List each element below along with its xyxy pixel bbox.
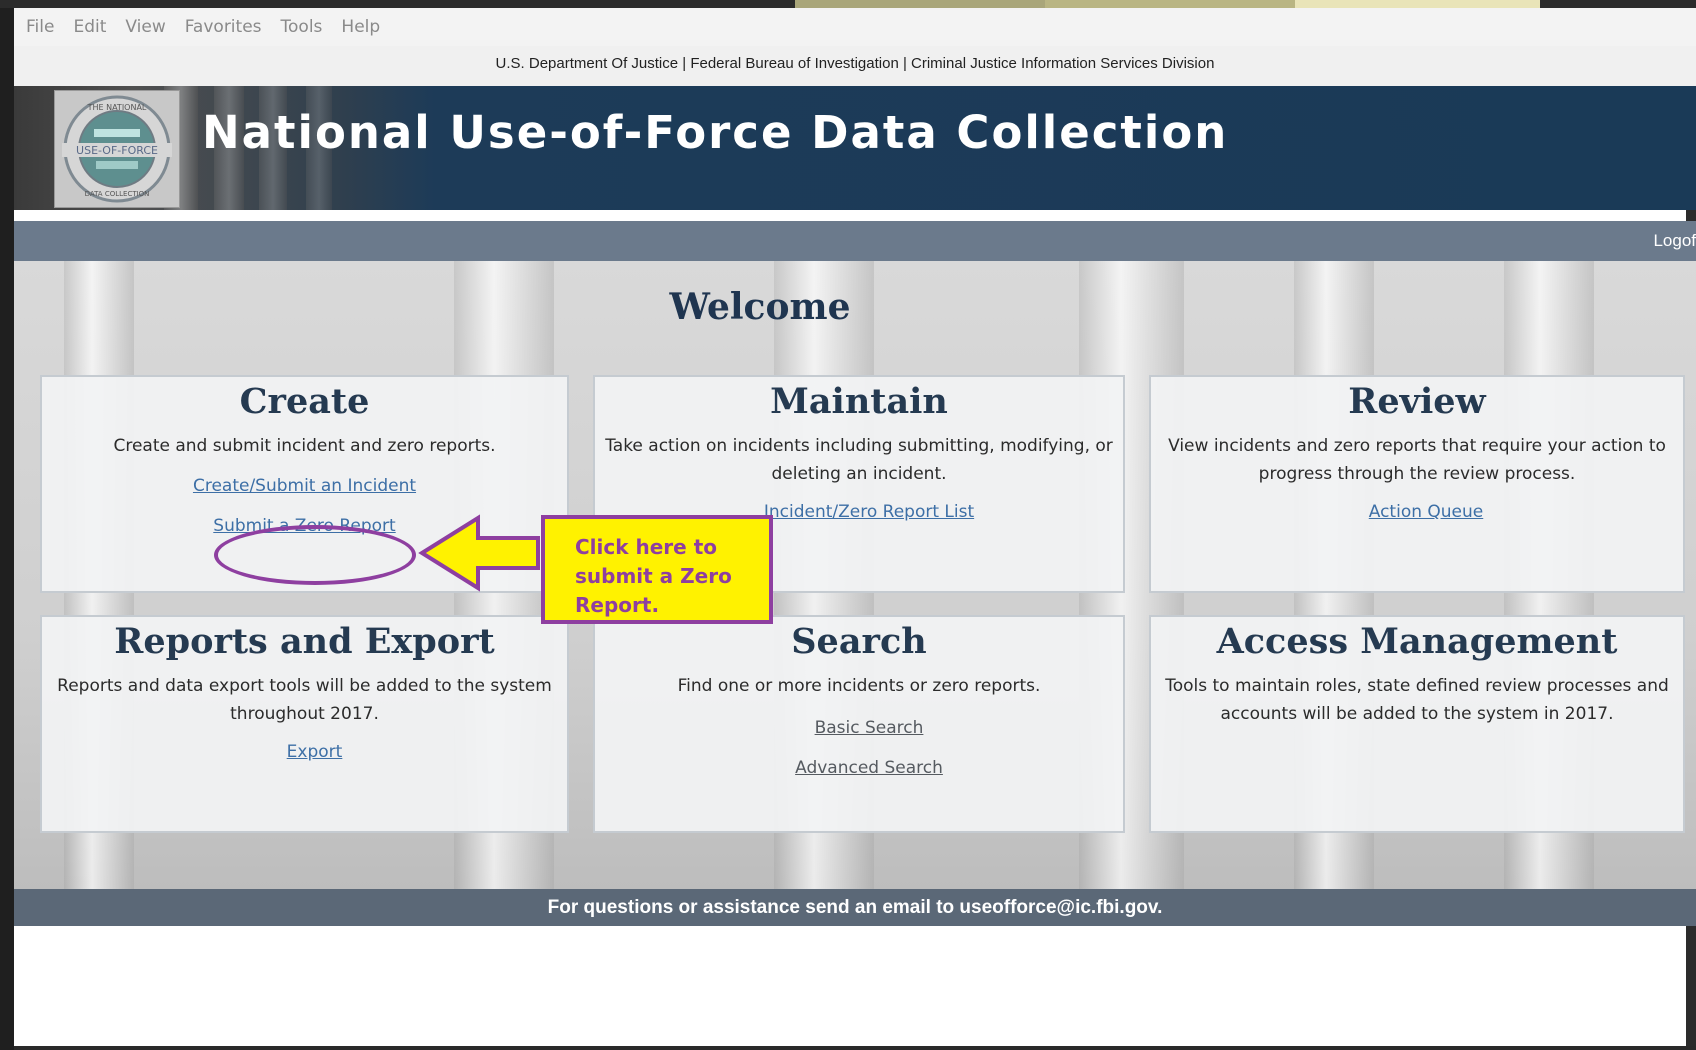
action-queue-link[interactable]: Action Queue (1369, 502, 1484, 522)
menu-file[interactable]: File (26, 17, 54, 37)
taskbar-tab (1045, 0, 1295, 8)
access-description-line2: accounts will be added to the system in … (1220, 704, 1614, 724)
create-incident-link[interactable]: Create/Submit an Incident (193, 476, 416, 496)
footer-bar: For questions or assistance send an emai… (14, 889, 1696, 926)
search-title: Search (791, 621, 927, 662)
svg-text:DATA COLLECTION: DATA COLLECTION (85, 190, 150, 198)
access-management-panel: Access Management Tools to maintain role… (1149, 615, 1685, 833)
site-banner: THE NATIONAL USE-OF-FORCE DATA COLLECTIO… (14, 86, 1696, 210)
window-frame-top (0, 0, 1696, 8)
incident-list-link[interactable]: Incident/Zero Report List (764, 502, 974, 522)
taskbar-tab (1295, 0, 1540, 8)
use-of-force-logo: THE NATIONAL USE-OF-FORCE DATA COLLECTIO… (54, 90, 180, 208)
highlight-ellipse (214, 525, 416, 585)
callout-arrow-icon (418, 514, 540, 592)
menu-favorites[interactable]: Favorites (185, 17, 262, 37)
seal-icon: THE NATIONAL USE-OF-FORCE DATA COLLECTIO… (62, 95, 172, 203)
svg-text:THE NATIONAL: THE NATIONAL (87, 103, 147, 112)
create-title: Create (239, 381, 370, 422)
access-description-line1: Tools to maintain roles, state defined r… (1165, 676, 1669, 696)
review-panel: Review View incidents and zero reports t… (1149, 375, 1685, 593)
reports-description-line1: Reports and data export tools will be ad… (57, 676, 552, 696)
site-title: National Use-of-Force Data Collection (202, 106, 1229, 159)
callout-line1: Click here to (575, 535, 718, 559)
menu-help[interactable]: Help (341, 17, 380, 37)
export-link[interactable]: Export (287, 742, 343, 762)
callout-line3: Report. (575, 593, 660, 617)
reports-export-panel: Reports and Export Reports and data expo… (40, 615, 569, 833)
review-description-line2: progress through the review process. (1258, 464, 1576, 484)
callout-box: Click here to submit a Zero Report. (541, 515, 773, 624)
maintain-description-line2: deleting an incident. (771, 464, 947, 484)
browser-menu-bar: File Edit View Favorites Tools Help (14, 8, 1696, 46)
create-description: Create and submit incident and zero repo… (113, 436, 496, 456)
menu-edit[interactable]: Edit (73, 17, 106, 37)
reports-description-line2: throughout 2017. (230, 704, 379, 724)
search-panel: Search Find one or more incidents or zer… (593, 615, 1125, 833)
maintain-description-line1: Take action on incidents including submi… (605, 436, 1113, 456)
svg-text:USE-OF-FORCE: USE-OF-FORCE (76, 144, 158, 157)
basic-search-link[interactable]: Basic Search (815, 718, 924, 738)
access-title: Access Management (1216, 621, 1618, 662)
welcome-heading: Welcome (669, 286, 851, 328)
agency-line: U.S. Department Of Justice | Federal Bur… (14, 46, 1696, 86)
search-description: Find one or more incidents or zero repor… (677, 676, 1041, 696)
reports-title: Reports and Export (114, 621, 495, 662)
review-description-line1: View incidents and zero reports that req… (1168, 436, 1666, 456)
taskbar-tab (795, 0, 1045, 8)
menu-view[interactable]: View (125, 17, 165, 37)
window-frame-left (0, 0, 14, 1050)
menu-tools[interactable]: Tools (281, 17, 323, 37)
window-frame-bottom (14, 1046, 1696, 1050)
advanced-search-link[interactable]: Advanced Search (795, 758, 943, 778)
nav-bar: Logof (14, 221, 1696, 261)
maintain-title: Maintain (770, 381, 948, 422)
review-title: Review (1348, 381, 1486, 422)
callout-line2: submit a Zero (575, 564, 732, 588)
logoff-link[interactable]: Logof (1653, 221, 1696, 261)
